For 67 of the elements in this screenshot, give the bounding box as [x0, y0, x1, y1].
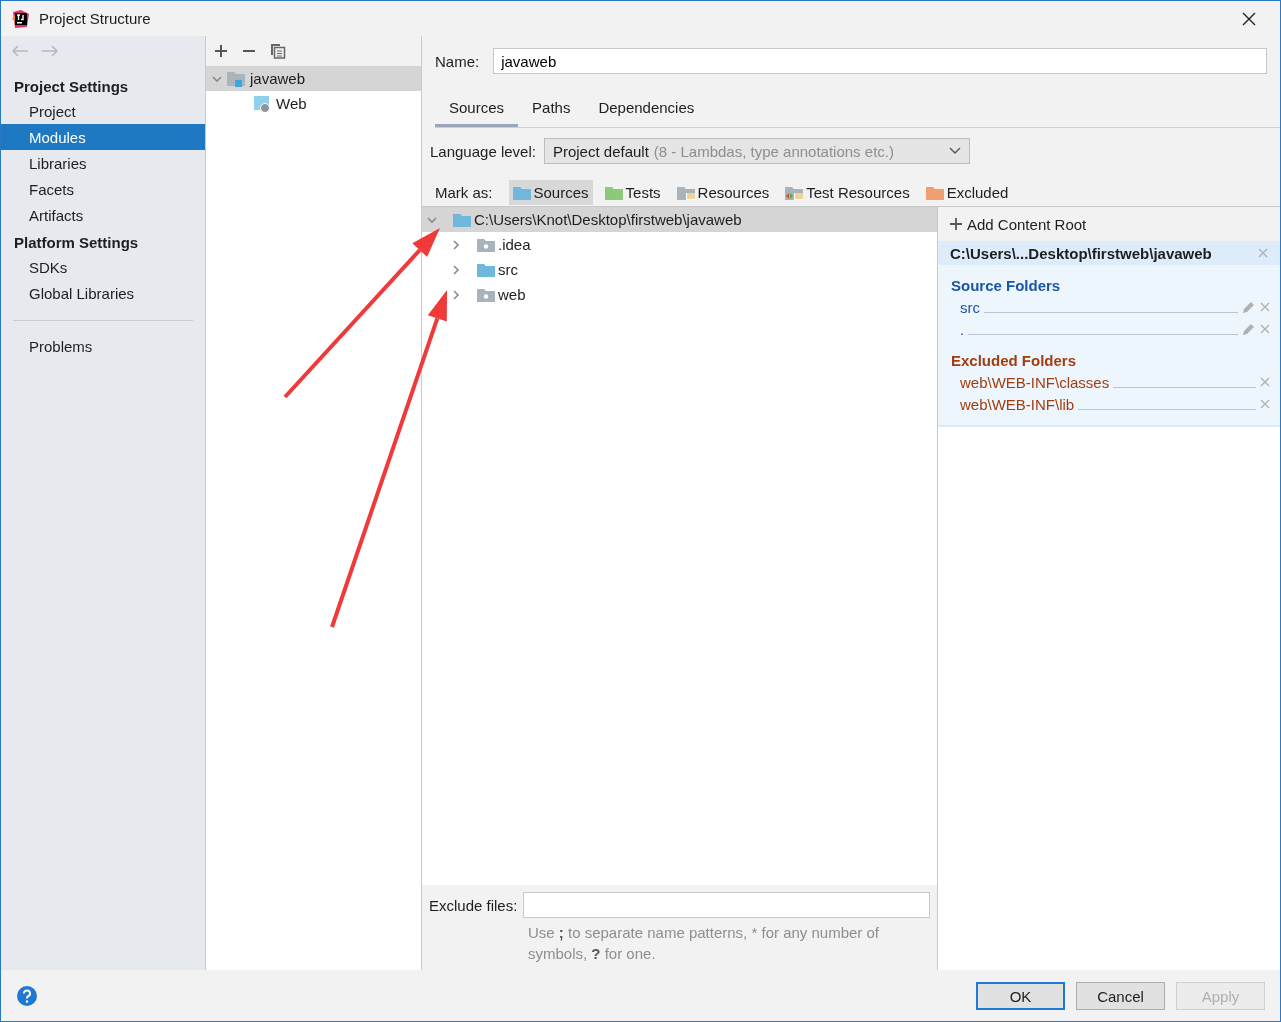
- folder-path[interactable]: web\WEB-INF\classes: [960, 373, 1110, 391]
- tab[interactable]: Paths: [518, 94, 585, 127]
- mark-as-button[interactable]: Sources: [508, 180, 593, 205]
- mark-as-button[interactable]: Excluded: [921, 180, 1013, 205]
- folder-group-title: Source Folders: [950, 276, 1062, 296]
- caret-icon: [948, 147, 961, 155]
- web-facet-icon: [253, 94, 273, 113]
- add-icon[interactable]: [214, 44, 228, 58]
- content-root-path: C:\Users\...Desktop\firstweb\javaweb: [950, 244, 1212, 262]
- exclude-files-label: Exclude files:: [429, 896, 518, 914]
- folder-icon: [477, 262, 495, 277]
- pencil-icon[interactable]: [1242, 300, 1256, 314]
- add-icon: [950, 218, 962, 230]
- close-icon[interactable]: [1242, 11, 1256, 26]
- sidebar-item[interactable]: Facets: [1, 176, 205, 202]
- mark-as-button[interactable]: Resources: [672, 180, 774, 205]
- dialog-button[interactable]: OK: [976, 982, 1065, 1010]
- folder-icon: [477, 287, 495, 302]
- dialog-button[interactable]: Cancel: [1076, 982, 1165, 1010]
- mark-as-button[interactable]: Tests: [600, 180, 665, 205]
- dropdown-hint: (8 - Lambdas, type annotations etc.): [653, 142, 895, 160]
- folder-icon: [925, 185, 944, 200]
- folder-path[interactable]: web\WEB-INF\lib: [960, 395, 1075, 413]
- folder-path[interactable]: src: [960, 298, 980, 316]
- folder-icon: [453, 212, 471, 227]
- pencil-icon[interactable]: [1242, 322, 1256, 336]
- forward-arrow-icon[interactable]: [41, 44, 59, 58]
- mark-as-label: Mark as:: [435, 184, 493, 201]
- back-arrow-icon[interactable]: [11, 44, 29, 58]
- folder-icon: [512, 185, 531, 200]
- sidebar-item[interactable]: Artifacts: [1, 202, 205, 228]
- module-icon: [227, 69, 247, 88]
- folder-tree-item[interactable]: C:\Users\Knot\Desktop\firstweb\javaweb: [422, 207, 937, 232]
- exclude-files-field[interactable]: [523, 892, 930, 918]
- folder-icon: [477, 237, 495, 252]
- folder-group-title: Excluded Folders: [950, 351, 1078, 371]
- copy-icon[interactable]: [270, 43, 286, 59]
- app-logo-icon: [11, 8, 31, 29]
- folder-icon: [676, 185, 695, 200]
- language-level-label: Language level:: [430, 142, 536, 160]
- module-tree-item[interactable]: javaweb: [206, 66, 421, 91]
- folder-icon: [604, 185, 623, 200]
- name-label: Name:: [435, 52, 480, 70]
- sidebar-item[interactable]: Modules: [1, 124, 205, 150]
- sidebar-section-title: Platform Settings: [13, 233, 140, 253]
- module-tree-item[interactable]: Web: [206, 91, 421, 116]
- tab[interactable]: Sources: [435, 94, 519, 127]
- sidebar-item[interactable]: Problems: [1, 333, 205, 359]
- language-level-dropdown[interactable]: Project default (8 - Lambdas, type annotations etc.): [543, 138, 970, 164]
- folder-path[interactable]: .: [960, 320, 965, 338]
- tab[interactable]: Dependencies: [584, 94, 709, 127]
- folder-tree-item[interactable]: web: [449, 282, 526, 307]
- window-title: Project Structure: [39, 10, 152, 27]
- folder-icon: [785, 185, 804, 200]
- dropdown-value: Project default: [552, 142, 649, 160]
- sidebar-item[interactable]: Libraries: [1, 150, 205, 176]
- sidebar-item[interactable]: Global Libraries: [1, 280, 205, 306]
- sidebar-section-title: Project Settings: [13, 77, 130, 97]
- folder-tree-item[interactable]: src: [449, 257, 518, 282]
- help-icon[interactable]: [17, 986, 37, 1006]
- sidebar-item[interactable]: SDKs: [1, 254, 205, 280]
- sidebar-item[interactable]: Project: [1, 98, 205, 124]
- folder-tree-item[interactable]: .idea: [449, 232, 531, 257]
- help-text: Use ; to separate name patterns, * for any number of symbols, ? for one.: [528, 923, 881, 964]
- name-field[interactable]: javaweb: [493, 48, 1267, 74]
- mark-as-button[interactable]: Test Resources: [781, 180, 914, 205]
- add-content-root-button[interactable]: Add Content Root: [938, 207, 1280, 241]
